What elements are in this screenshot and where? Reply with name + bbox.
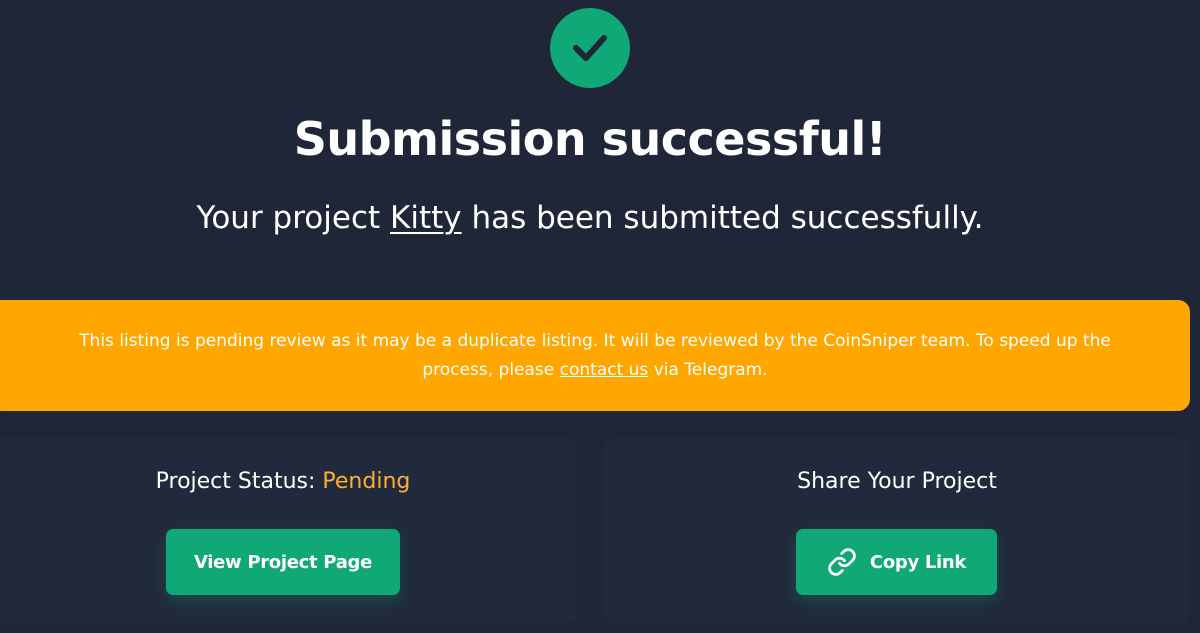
page-title: Submission successful! (293, 112, 887, 166)
view-project-page-label: View Project Page (193, 551, 373, 573)
subtitle-prefix: Your project (196, 200, 390, 236)
project-status-heading: Project Status: Pending (0, 469, 576, 494)
share-project-heading: Share Your Project (797, 469, 997, 494)
alert-message: This listing is pending review as it may… (60, 327, 1130, 385)
view-project-page-button[interactable]: View Project Page (166, 529, 400, 595)
status-badge: Pending (322, 469, 411, 494)
contact-us-link[interactable]: contact us (560, 360, 649, 380)
link-icon (827, 547, 857, 577)
check-icon (573, 35, 607, 61)
project-status-card: Project Status: Pending View Project Pag… (0, 438, 576, 623)
alert-text-end: via Telegram. (648, 359, 768, 380)
subtitle-suffix: has been submitted successfully. (461, 200, 984, 236)
submission-message: Your project Kitty has been submitted su… (0, 200, 1180, 236)
project-name-link[interactable]: Kitty (390, 200, 462, 236)
submission-success-page: Submission successful! Your project Kitt… (0, 0, 1200, 633)
copy-link-label: Copy Link (869, 551, 967, 573)
project-status-label: Project Status: (155, 469, 323, 494)
pending-review-alert: This listing is pending review as it may… (0, 300, 1190, 411)
success-badge (550, 8, 630, 88)
share-project-card: Share Your Project Copy Link (604, 438, 1190, 623)
copy-link-button[interactable]: Copy Link (796, 529, 997, 595)
